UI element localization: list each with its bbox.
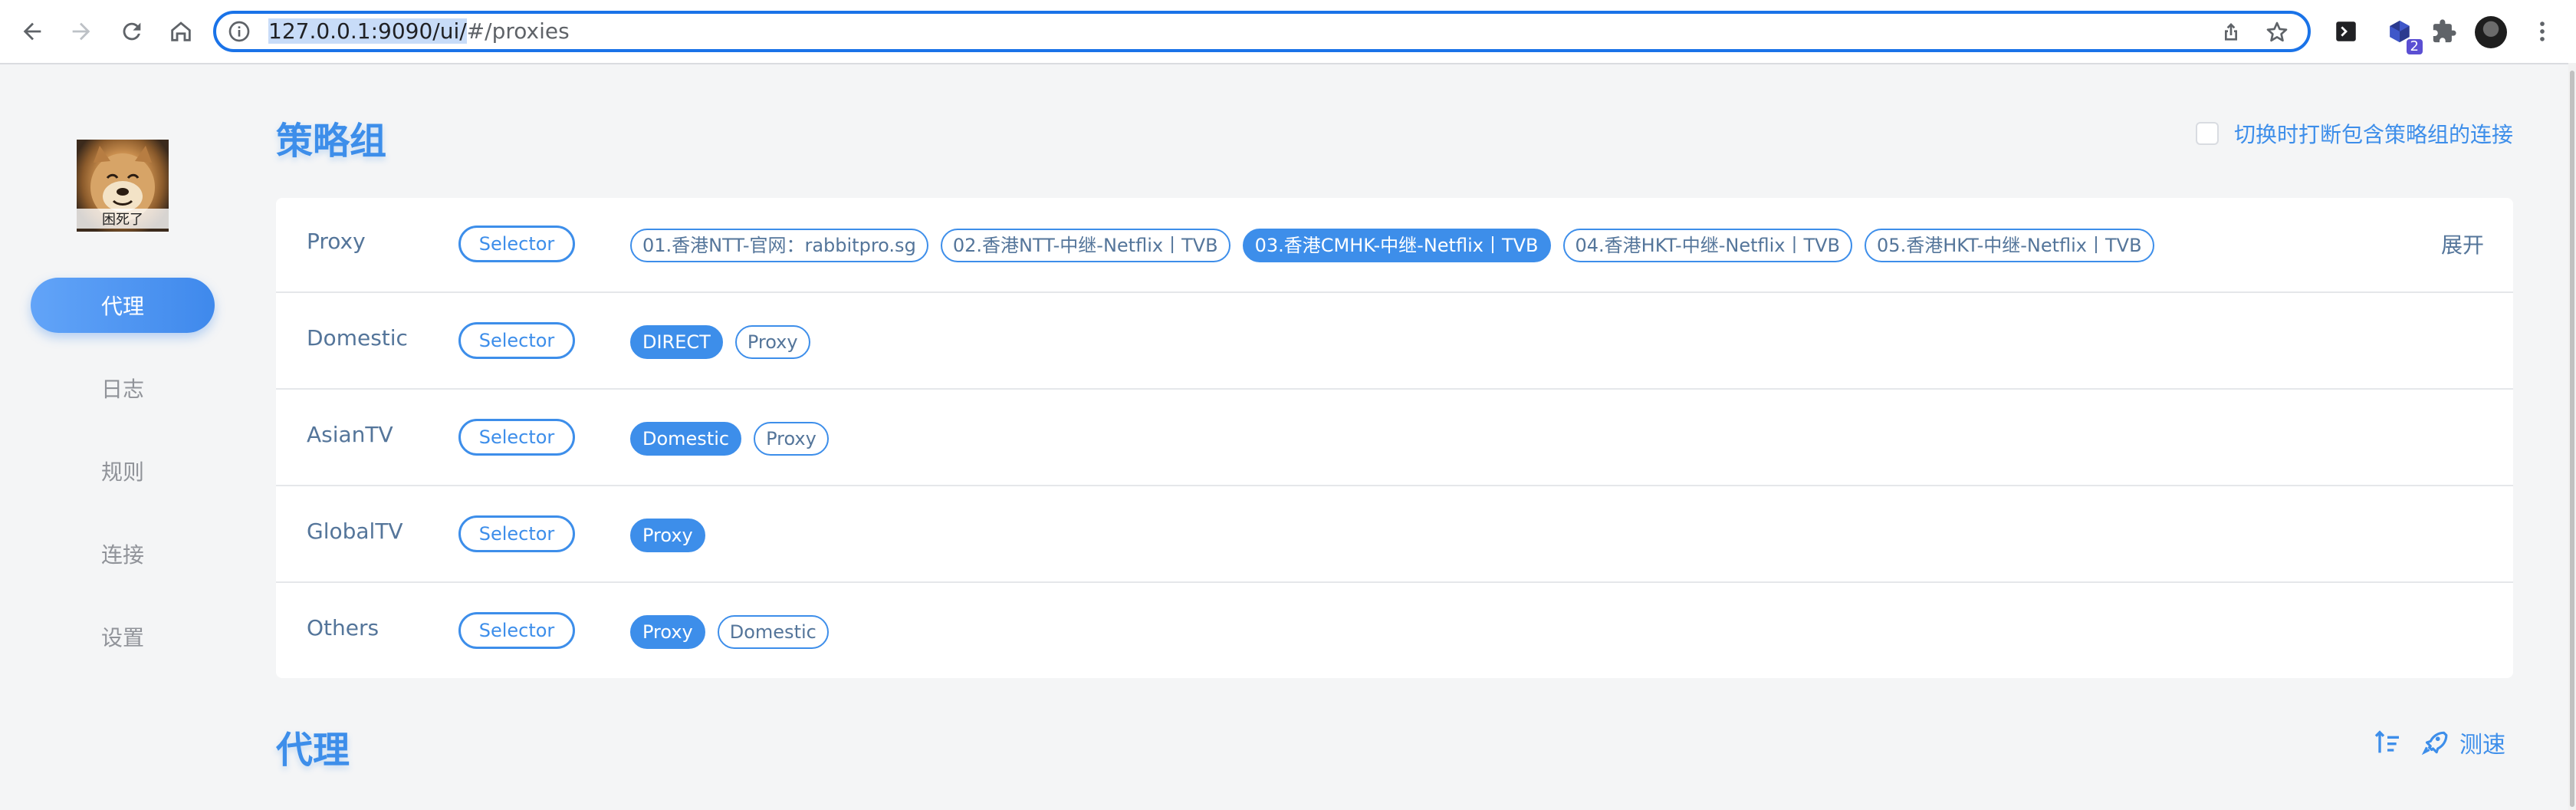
groups-card: Proxy Selector 01.香港NTT-官网：rabbitpro.sg … — [276, 198, 2513, 678]
page-scrollbar[interactable] — [2568, 63, 2576, 810]
speed-test-label: 测速 — [2459, 732, 2505, 759]
proxy-tag[interactable]: 05.香港HKT-中继-Netflix丨TVB — [1865, 229, 2154, 262]
browser-toolbar: 127.0.0.1:9090/ui/#/proxies 2 — [0, 0, 2576, 64]
group-type-badge: Selector — [458, 226, 575, 262]
group-row: AsianTV Selector Domestic Proxy — [276, 391, 2513, 486]
extension-badge: 2 — [2406, 39, 2423, 54]
back-button[interactable] — [12, 12, 52, 51]
expand-button[interactable]: 展开 — [2441, 229, 2484, 259]
group-name: AsianTV — [307, 422, 393, 447]
proxy-tags: 01.香港NTT-官网：rabbitpro.sg 02.香港NTT-中继-Net… — [630, 229, 2154, 262]
group-name: Others — [307, 615, 380, 640]
rocket-icon — [2421, 731, 2448, 756]
forward-button[interactable] — [61, 12, 101, 51]
group-name: Domestic — [307, 325, 408, 351]
arrow-right-icon — [72, 22, 90, 41]
group-row: Proxy Selector 01.香港NTT-官网：rabbitpro.sg … — [276, 198, 2513, 293]
reload-icon — [123, 22, 141, 41]
proxy-tag[interactable]: Proxy — [754, 422, 829, 456]
proxy-tags: Domestic Proxy — [630, 422, 829, 456]
disconnect-toggle[interactable]: 切换时打断包含策略组的连接 — [2195, 118, 2513, 149]
group-type-badge: Selector — [458, 612, 575, 649]
group-row: GlobalTV Selector Proxy — [276, 488, 2513, 583]
groups-section-title: 策略组 — [276, 120, 387, 163]
group-type-badge: Selector — [458, 322, 575, 359]
proxy-tag[interactable]: Domestic — [717, 615, 829, 649]
proxy-tag-selected[interactable]: Proxy — [630, 519, 705, 552]
avatar-caption: 困死了 — [77, 209, 169, 229]
proxy-tag-selected[interactable]: 03.香港CMHK-中继-Netflix丨TVB — [1242, 229, 1551, 262]
disconnect-label: 切换时打断包含策略组的连接 — [2233, 122, 2513, 147]
group-name: GlobalTV — [307, 519, 403, 544]
proxies-section-title: 代理 — [276, 729, 350, 772]
terminal-icon — [2336, 21, 2356, 41]
proxy-tag-selected[interactable]: DIRECT — [630, 325, 723, 359]
puzzle-icon — [2433, 19, 2456, 43]
terminal-extension-button[interactable] — [2326, 12, 2366, 51]
group-name: Proxy — [307, 229, 366, 254]
group-type-badge: Selector — [458, 515, 575, 552]
proxy-tag[interactable]: 02.香港NTT-中继-Netflix丨TVB — [940, 229, 1230, 262]
extensions-button[interactable] — [2424, 12, 2464, 51]
disconnect-checkbox[interactable] — [2195, 122, 2219, 145]
proxy-tag-selected[interactable]: Domestic — [630, 422, 742, 456]
nav-item-proxies[interactable]: 代理 — [31, 278, 215, 333]
reload-button[interactable] — [112, 12, 152, 51]
share-icon[interactable] — [2219, 20, 2243, 44]
speed-test-button[interactable]: 测速 — [2420, 726, 2505, 759]
nav-item-settings[interactable]: 设置 — [31, 609, 215, 664]
group-type-badge: Selector — [458, 419, 575, 456]
group-row: Domestic Selector DIRECT Proxy — [276, 295, 2513, 390]
info-icon[interactable] — [227, 19, 251, 44]
proxy-tags: Proxy — [630, 519, 705, 552]
proxy-tags: Proxy Domestic — [630, 615, 829, 649]
browser-menu-button[interactable] — [2522, 12, 2562, 51]
address-bar[interactable]: 127.0.0.1:9090/ui/#/proxies — [213, 11, 2311, 52]
scrollbar-thumb[interactable] — [2570, 71, 2574, 807]
more-vertical-icon — [2540, 21, 2545, 41]
proxy-tag-selected[interactable]: Proxy — [630, 615, 705, 649]
url-path: #/proxies — [466, 18, 570, 44]
proxy-tag[interactable]: 04.香港HKT-中继-Netflix丨TVB — [1562, 229, 1853, 262]
nav-item-connections[interactable]: 连接 — [31, 526, 215, 581]
group-row: Others Selector Proxy Domestic — [276, 584, 2513, 680]
url-host: 127.0.0.1:9090/ui/ — [268, 18, 467, 44]
proxy-tag[interactable]: 01.香港NTT-官网：rabbitpro.sg — [630, 229, 928, 262]
home-button[interactable] — [161, 12, 201, 51]
star-icon[interactable] — [2265, 20, 2289, 44]
home-icon — [171, 21, 191, 41]
proxy-tag[interactable]: Proxy — [734, 325, 810, 359]
profile-avatar[interactable] — [2475, 16, 2507, 48]
proxy-tags: DIRECT Proxy — [630, 325, 810, 359]
sidebar-avatar: 困死了 — [77, 140, 169, 232]
sort-icon[interactable] — [2372, 727, 2403, 758]
nav-item-rules[interactable]: 规则 — [31, 443, 215, 499]
url-text[interactable]: 127.0.0.1:9090/ui/#/proxies — [268, 18, 570, 45]
nav-item-logs[interactable]: 日志 — [31, 361, 215, 416]
cube-extension-button[interactable]: 2 — [2380, 12, 2423, 54]
arrow-left-icon — [23, 22, 41, 41]
